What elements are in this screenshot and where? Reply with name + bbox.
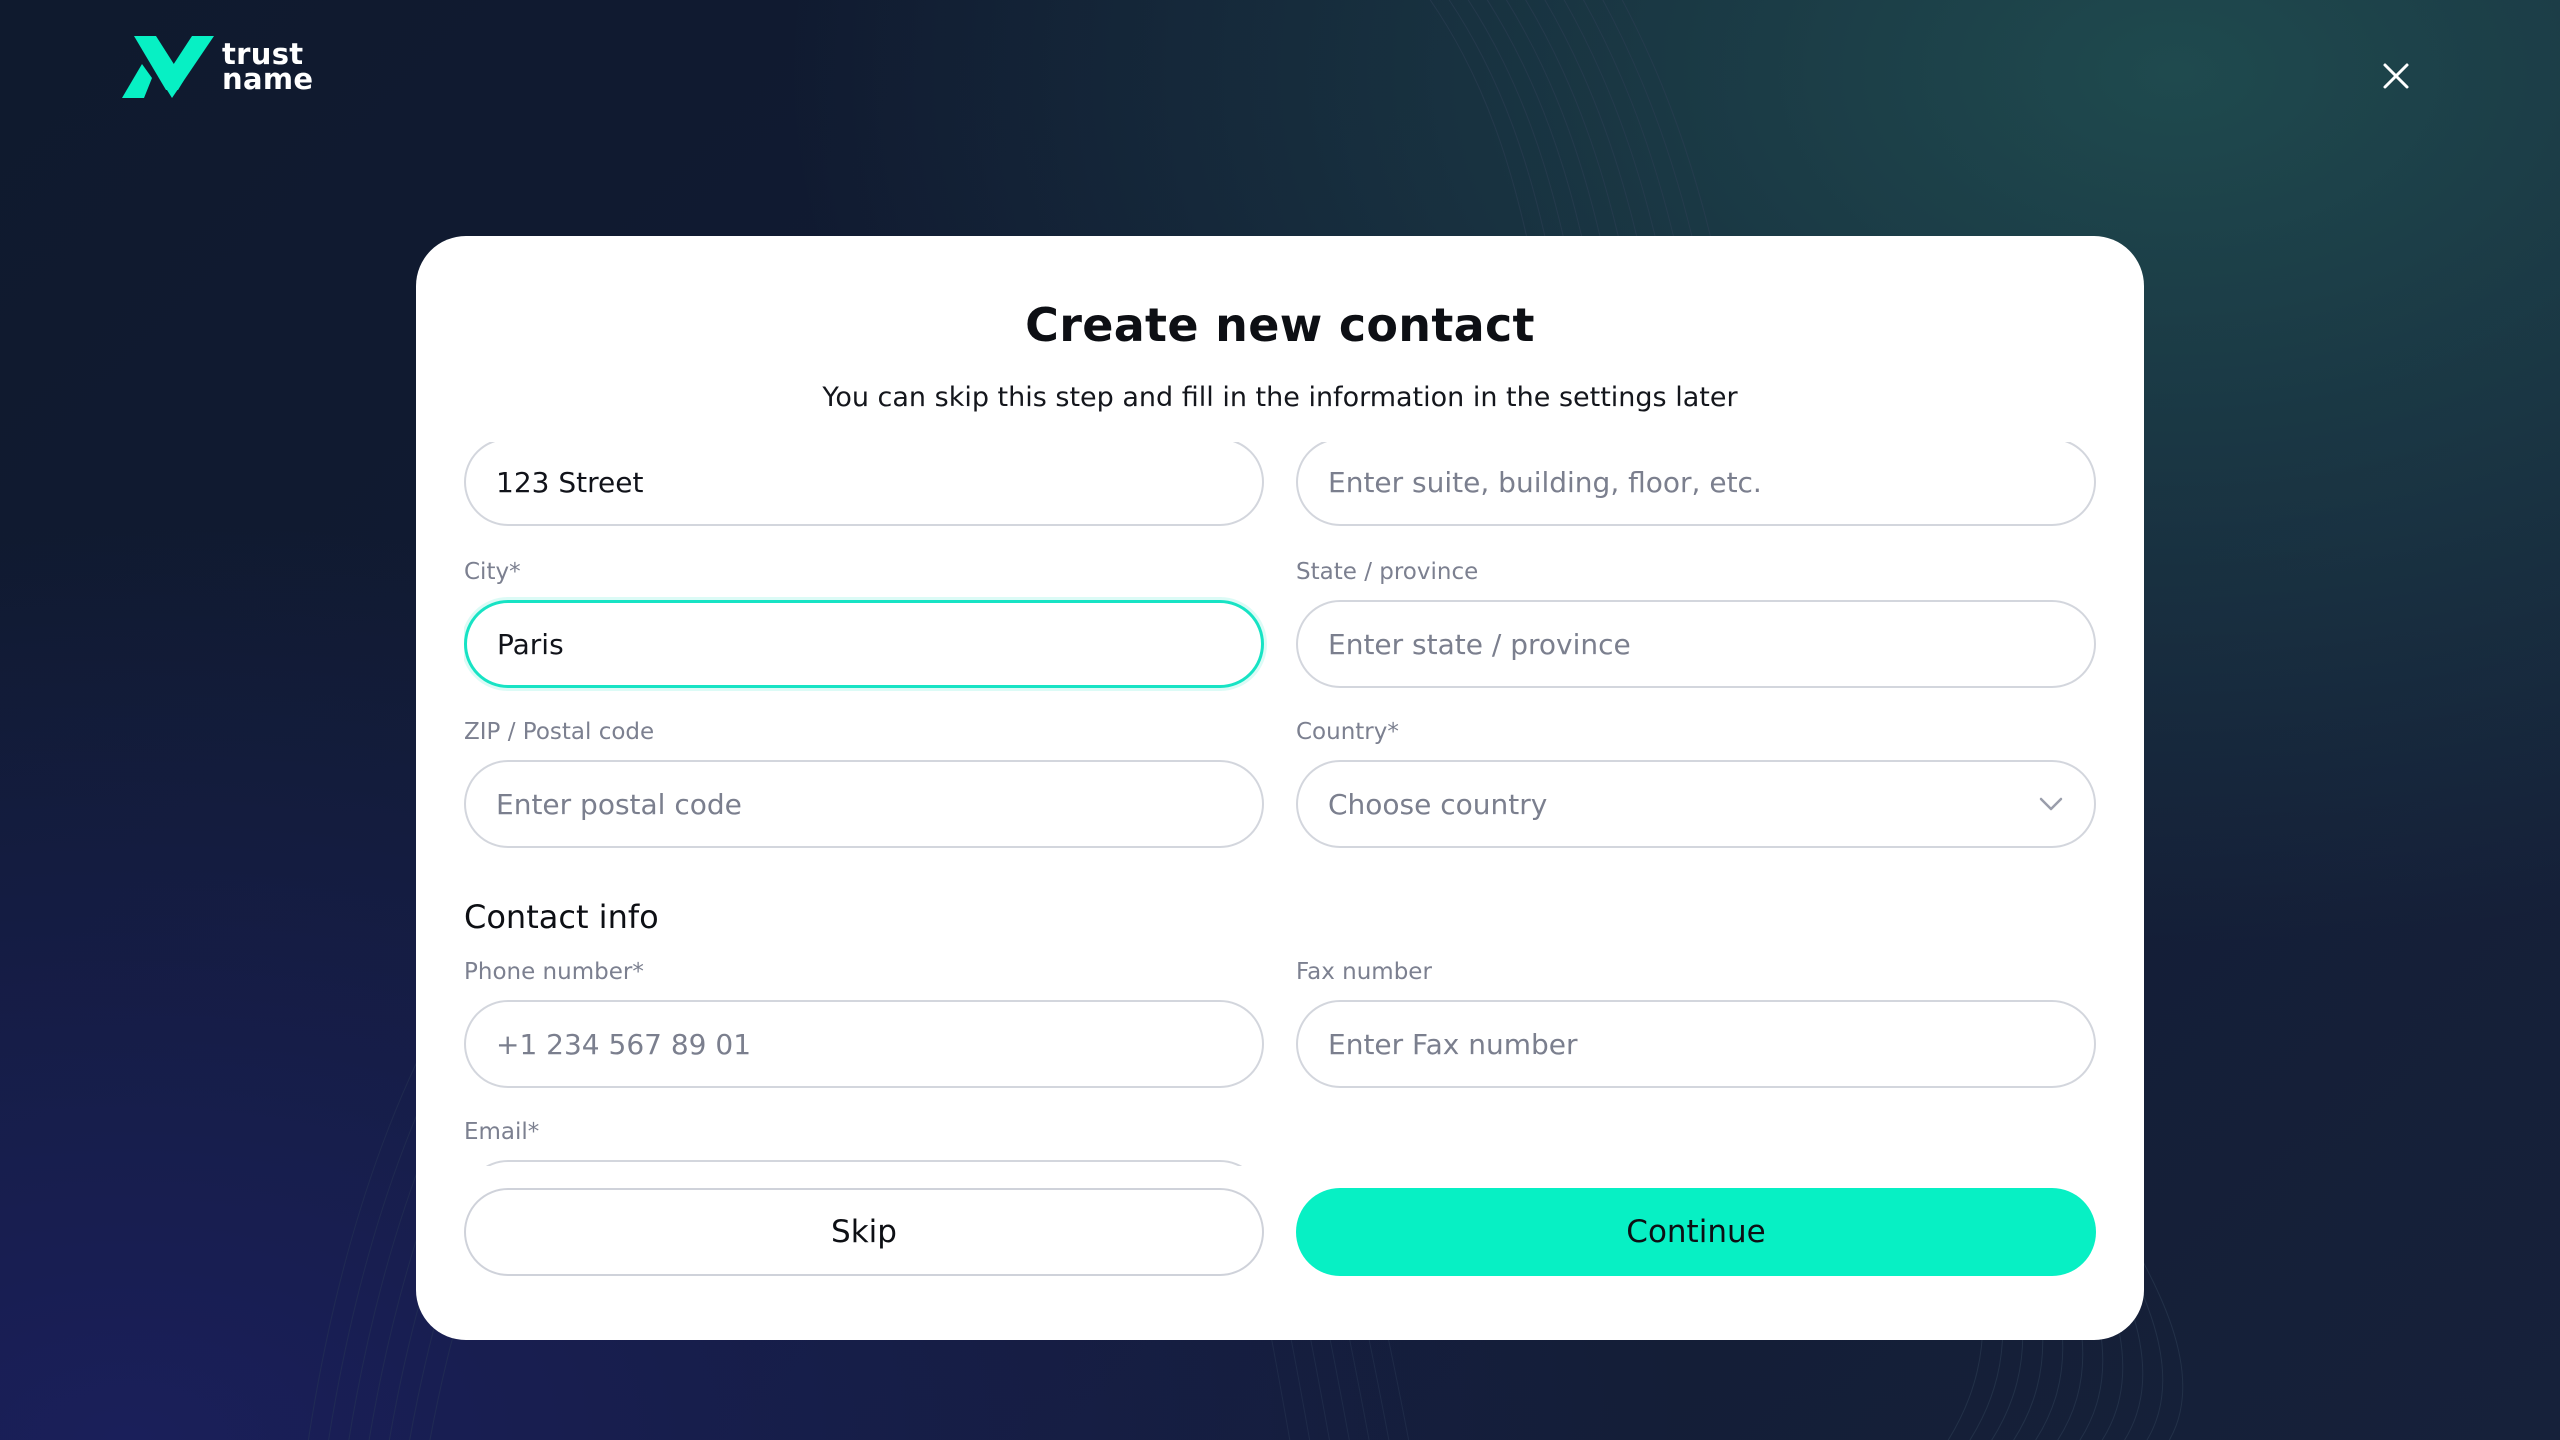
brand-name: trust name [222, 40, 314, 96]
close-button[interactable] [2376, 56, 2416, 96]
close-icon [2383, 63, 2409, 89]
continue-button[interactable]: Continue [1296, 1188, 2096, 1276]
chevron-down-icon [2039, 797, 2063, 811]
street-address-input[interactable] [464, 442, 1264, 526]
city-label: City* [464, 559, 521, 585]
phone-input[interactable] [464, 1000, 1264, 1088]
zip-input[interactable] [464, 760, 1264, 848]
country-field: Country* [1296, 718, 2096, 746]
zip-label: ZIP / Postal code [464, 719, 655, 745]
phone-field: Phone number* [464, 958, 1264, 986]
email-input[interactable] [464, 1160, 1264, 1166]
state-field: State / province [1296, 558, 2096, 586]
form-scroll-area[interactable]: City* State / province ZIP / Postal code… [464, 442, 2096, 1166]
state-input[interactable] [1296, 600, 2096, 688]
state-label: State / province [1296, 559, 1479, 585]
email-field: Email* [464, 1118, 1264, 1146]
city-field: City* [464, 558, 1264, 586]
city-input[interactable] [464, 600, 1264, 688]
fax-label: Fax number [1296, 959, 1432, 985]
brand-name-line2: name [222, 62, 314, 96]
fax-field: Fax number [1296, 958, 2096, 986]
contact-info-heading: Contact info [464, 898, 659, 936]
suite-input[interactable] [1296, 442, 2096, 526]
email-label: Email* [464, 1119, 540, 1145]
brand-logo[interactable]: trust name [122, 34, 313, 100]
country-select-value: Choose country [1328, 787, 1548, 821]
trustname-logo-icon [122, 36, 214, 98]
country-label: Country* [1296, 719, 1399, 745]
create-contact-modal: Create new contact You can skip this ste… [416, 236, 2144, 1340]
modal-title: Create new contact [1025, 298, 1535, 352]
modal-subtitle: You can skip this step and fill in the i… [822, 382, 1738, 413]
skip-button[interactable]: Skip [464, 1188, 1264, 1276]
fax-input[interactable] [1296, 1000, 2096, 1088]
zip-field: ZIP / Postal code [464, 718, 1264, 746]
phone-label: Phone number* [464, 959, 644, 985]
country-select[interactable]: Choose country [1296, 760, 2096, 848]
